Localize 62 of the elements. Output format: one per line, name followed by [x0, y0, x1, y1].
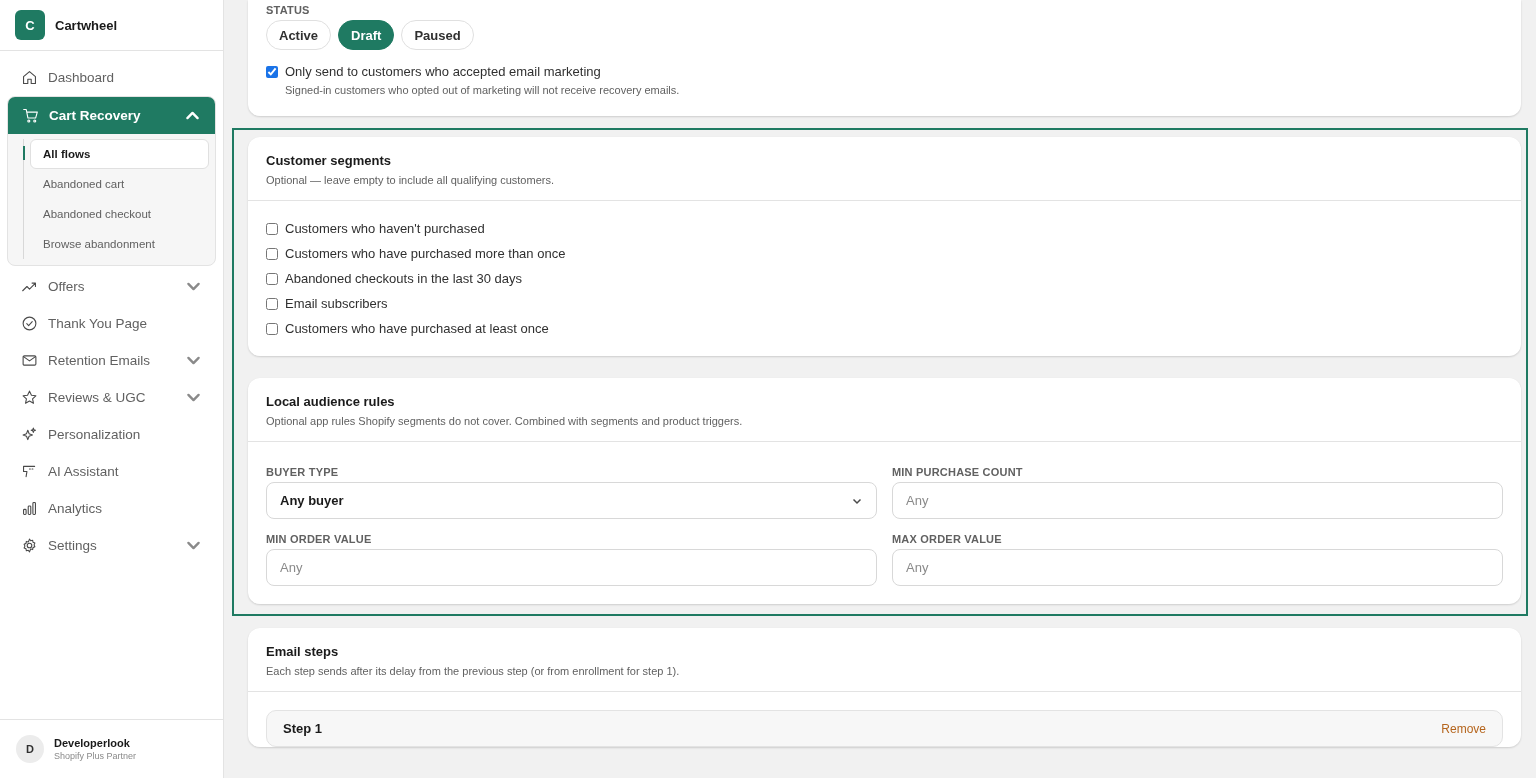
- submenu-item[interactable]: Abandoned checkout: [30, 199, 209, 229]
- card-subtitle: Optional — leave empty to include all qualifying customers.: [266, 174, 555, 186]
- envelope-icon: [21, 352, 38, 369]
- input-field[interactable]: Any: [892, 549, 1503, 586]
- checkbox-label: Only send to customers who accepted email marketing: [285, 64, 601, 79]
- checkbox-label: Customers who haven't purchased: [285, 221, 485, 236]
- input-field[interactable]: Any: [892, 482, 1503, 519]
- card-subtitle: Optional app rules Shopify segments do not cover. Combined with segments and product triggers.: [266, 415, 744, 427]
- sidebar-item[interactable]: Offers: [7, 268, 216, 305]
- field-label: STATUS: [266, 4, 311, 16]
- cart-icon: [22, 107, 39, 124]
- sidebar-item[interactable]: Cart Recovery: [8, 97, 215, 134]
- user-avatar: D: [16, 735, 44, 763]
- field-label: BUYER TYPE: [266, 466, 340, 478]
- card-subtitle: Each step sends after its delay from the previous step (or from enrollment for step 1).: [266, 665, 681, 677]
- checkbox[interactable]: [266, 297, 278, 310]
- status-pill[interactable]: Paused: [401, 20, 474, 50]
- checkbox-label: Customers who have purchased at least once: [285, 321, 549, 336]
- sidebar-item[interactable]: Analytics: [7, 490, 216, 527]
- checkbox[interactable]: [266, 222, 278, 235]
- sidebar-item[interactable]: AI Assistant: [7, 453, 216, 490]
- card-title: Email steps: [266, 644, 340, 659]
- checkbox-label: Email subscribers: [285, 296, 388, 311]
- field-label: MIN ORDER VALUE: [266, 533, 373, 545]
- submenu-item[interactable]: All flows: [30, 139, 209, 169]
- sidebar-item[interactable]: Thank You Page: [7, 305, 216, 342]
- remove-link[interactable]: Remove: [1441, 721, 1486, 736]
- status-pill[interactable]: Draft: [338, 20, 395, 50]
- checkbox[interactable]: [266, 65, 278, 78]
- field-label: MIN PURCHASE COUNT: [892, 466, 1024, 478]
- sparkle-icon: [21, 426, 38, 443]
- field-label: MAX ORDER VALUE: [892, 533, 1003, 545]
- status-pill[interactable]: Active: [266, 20, 332, 50]
- check-circle-icon: [21, 315, 38, 332]
- input-field[interactable]: Any: [266, 549, 877, 586]
- user-name: Developerlook: [54, 737, 131, 749]
- select-field[interactable]: Any buyer: [266, 482, 877, 519]
- checkbox[interactable]: [266, 247, 278, 260]
- assistant-icon: [21, 463, 38, 480]
- sidebar-item[interactable]: Reviews & UGC: [7, 379, 216, 416]
- brand-logo: C: [15, 10, 45, 40]
- active-indicator: [23, 146, 25, 160]
- checkbox[interactable]: [266, 272, 278, 285]
- helper-text: Signed-in customers who opted out of marketing will not receive recovery emails.: [285, 84, 681, 96]
- submenu-item[interactable]: Abandoned cart: [30, 169, 209, 199]
- settings-icon: [21, 537, 38, 554]
- card-title: Local audience rules: [266, 394, 396, 409]
- sidebar-item[interactable]: Settings: [7, 527, 216, 564]
- sidebar-item[interactable]: Dashboard: [7, 59, 216, 96]
- user-role: Shopify Plus Partner: [54, 751, 137, 761]
- sidebar-item[interactable]: Retention Emails: [7, 342, 216, 379]
- step-title: Step 1: [283, 721, 322, 736]
- checkbox-label: Abandoned checkouts in the last 30 days: [285, 271, 523, 286]
- star-icon: [21, 389, 38, 406]
- checkbox-label: Customers who have purchased more than once: [285, 246, 566, 261]
- checkbox[interactable]: [266, 322, 278, 335]
- submenu-item[interactable]: Browse abandonment: [30, 229, 209, 259]
- sidebar-item[interactable]: Personalization: [7, 416, 216, 453]
- home-icon: [21, 69, 38, 86]
- brand-name: Cartwheel: [55, 17, 118, 33]
- card-title: Customer segments: [266, 153, 392, 168]
- bar-chart-icon: [21, 500, 38, 517]
